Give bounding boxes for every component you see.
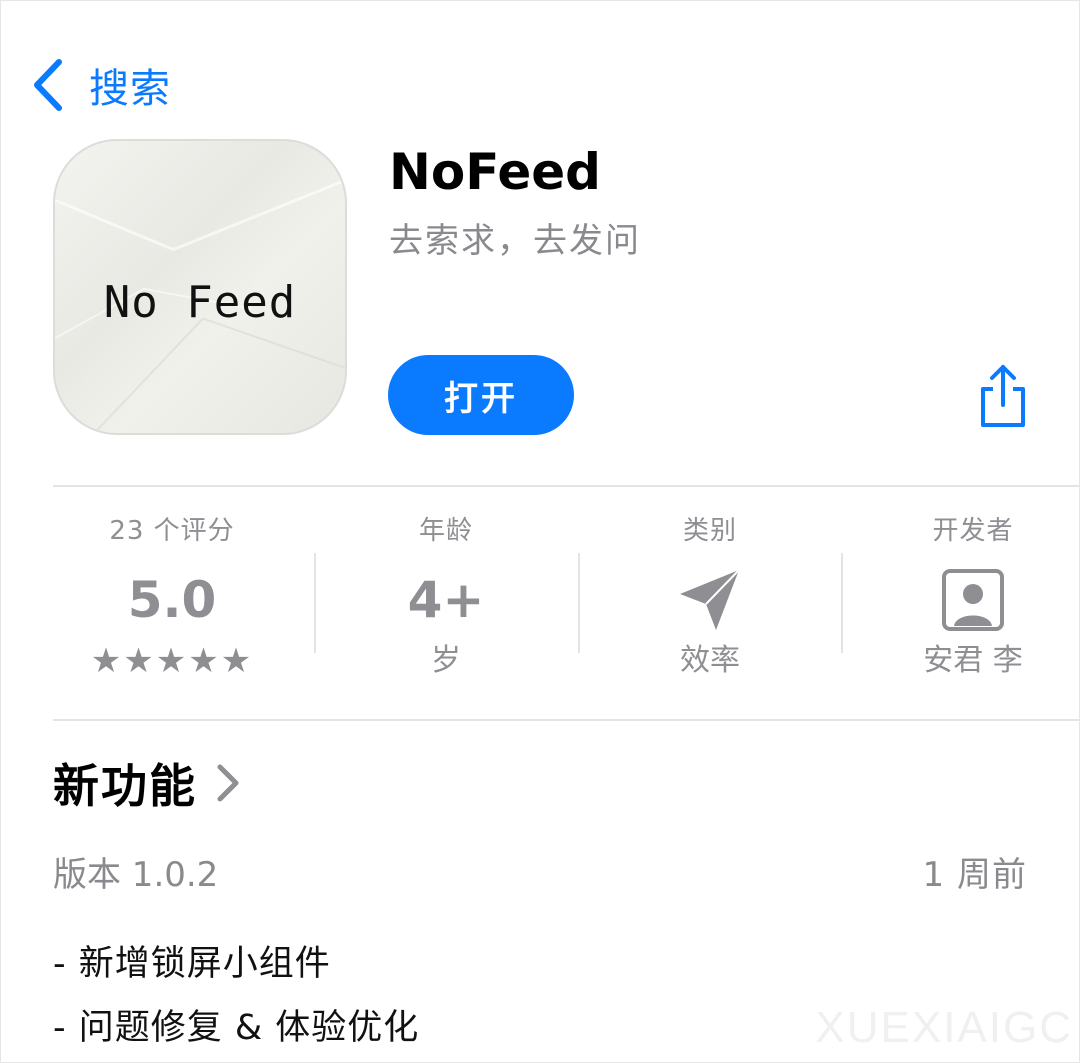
developer-label: 开发者 [932,516,1014,546]
chevron-left-icon [34,59,62,111]
category-value: 效率 [680,643,740,678]
ratings-count: 23 个评分 [109,516,235,546]
back-button[interactable]: 搜索 [31,53,171,117]
open-button[interactable]: 打开 [388,355,574,435]
watermark: XUEXIAIGC [815,1003,1073,1052]
divider-middle [53,719,1079,721]
app-title: NoFeed [389,143,601,201]
person-portrait-icon [942,569,1004,631]
developer-name: 安君 李 [923,643,1023,678]
whats-new-header[interactable]: 新功能 [53,753,241,813]
ratings-column[interactable]: 23 个评分 5.0 ★★★★★ [41,511,303,701]
developer-column[interactable]: 开发者 安君 李 [842,511,1080,701]
app-store-page: 搜索 No Feed NoFeed 去索求，去发问 打开 23 个评分 5.0 … [0,0,1080,1063]
rating-stars: ★★★★★ [90,641,254,681]
age-column[interactable]: 年龄 4+ 岁 [315,511,577,701]
version-label: 版本 1.0.2 [53,855,219,895]
age-value: 4+ [407,571,485,629]
release-note-item: - 问题修复 & 体验优化 [53,1008,420,1048]
paper-plane-icon [680,569,740,630]
app-subtitle: 去索求，去发问 [389,221,641,261]
whats-new-title: 新功能 [53,759,197,813]
share-button[interactable] [975,363,1031,429]
divider-top [53,485,1079,487]
age-unit: 岁 [431,643,461,678]
share-icon [981,365,1025,427]
age-label: 年龄 [418,516,473,546]
category-column[interactable]: 类别 效率 [579,511,841,701]
rating-value: 5.0 [127,571,217,629]
back-label: 搜索 [89,66,171,112]
release-note-item: - 新增锁屏小组件 [53,944,331,984]
app-icon: No Feed [53,139,347,435]
app-icon-logo-text: No Feed [103,277,297,328]
category-label: 类别 [682,516,737,546]
release-time: 1 周前 [922,855,1027,895]
chevron-right-icon [217,764,239,802]
